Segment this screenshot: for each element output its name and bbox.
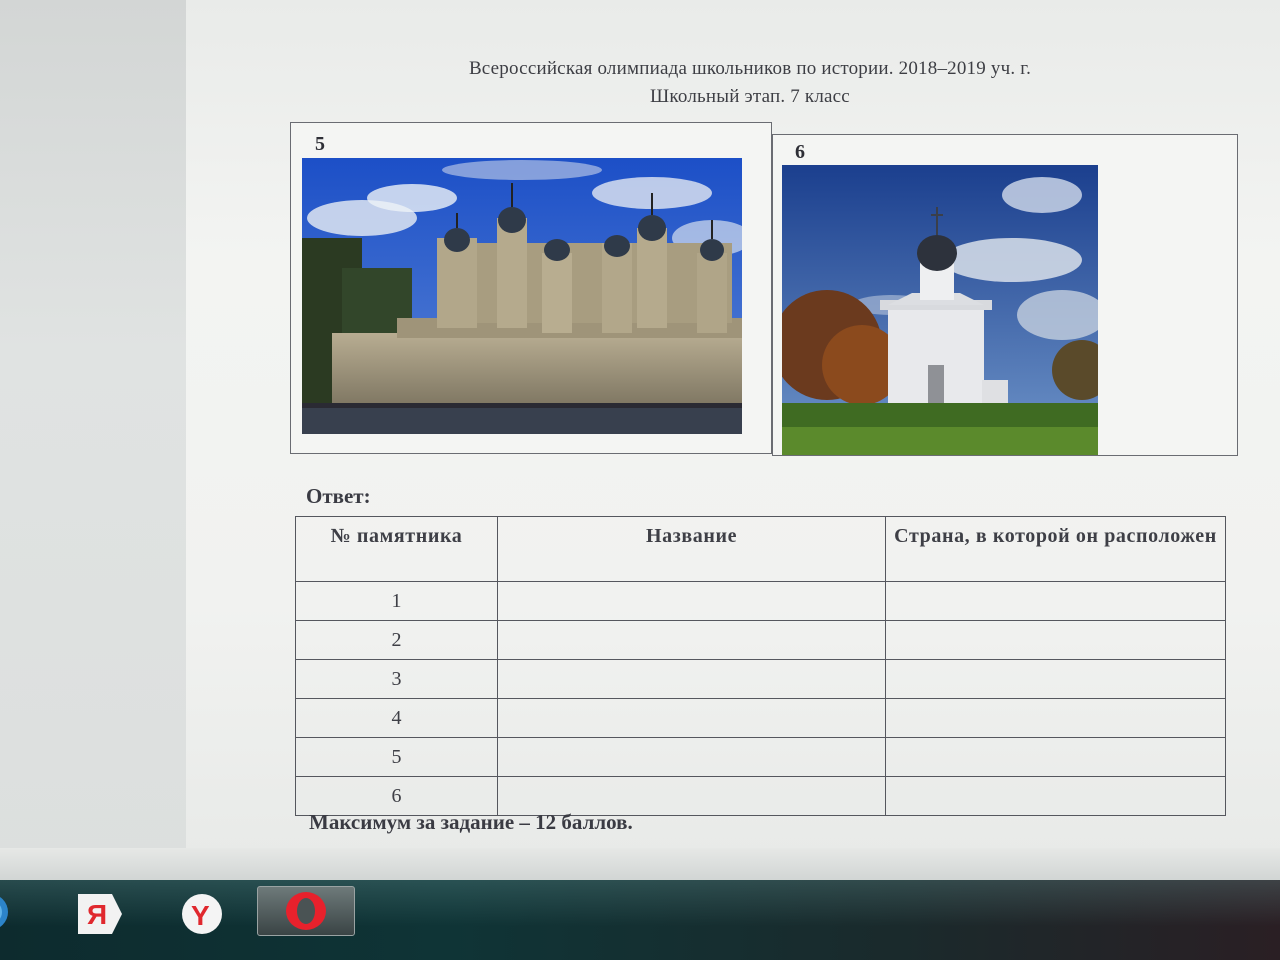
row-number-cell: 5 [295, 737, 498, 777]
name-cell [497, 737, 886, 777]
taskbar-yandex-browser-button[interactable]: Y [172, 884, 242, 938]
row-number-cell: 4 [295, 698, 498, 738]
photo-frame-6: 6 [772, 134, 1238, 456]
country-cell [885, 659, 1226, 699]
document-page-bottom [0, 848, 1280, 884]
row-number-cell: 1 [295, 581, 498, 621]
row-number-cell: 2 [295, 620, 498, 660]
country-cell [885, 581, 1226, 621]
svg-text:Я: Я [87, 899, 107, 930]
name-cell [497, 581, 886, 621]
column-header-country: Страна, в которой он расположен [885, 516, 1226, 582]
taskbar-yandex-button[interactable]: Я [72, 884, 142, 938]
svg-text:Y: Y [191, 900, 210, 931]
taskbar: Я Y [0, 880, 1280, 960]
table-row: 4 [295, 698, 1226, 738]
photo-frame-5: 5 [290, 122, 772, 454]
answer-label: Ответ: [306, 484, 371, 508]
row-number-cell: 3 [295, 659, 498, 699]
column-header-name: Название [497, 516, 886, 582]
opera-icon [286, 892, 326, 930]
max-score-note: Максимум за задание – 12 баллов. [309, 810, 633, 834]
taskbar-opera-button[interactable] [257, 886, 355, 936]
document-header-title: Всероссийская олимпиада школьников по ис… [468, 58, 1032, 79]
column-header-monument-number: № памятника [295, 516, 498, 582]
church-photo [782, 165, 1098, 455]
country-cell [885, 776, 1226, 816]
name-cell [497, 620, 886, 660]
castle-photo [302, 158, 742, 434]
start-orb-icon [0, 897, 8, 927]
name-cell [497, 698, 886, 738]
country-cell [885, 737, 1226, 777]
table-row: 5 [295, 737, 1226, 777]
country-cell [885, 620, 1226, 660]
table-row: 3 [295, 659, 1226, 699]
answer-table: № памятника Название Страна, в которой о… [295, 516, 1226, 816]
yandex-browser-icon: Y [182, 894, 222, 934]
table-row: 1 [295, 581, 1226, 621]
name-cell [497, 659, 886, 699]
photo-number-5: 5 [315, 133, 325, 155]
table-header-row: № памятника Название Страна, в которой о… [295, 516, 1226, 582]
photo-number-6: 6 [795, 141, 805, 163]
country-cell [885, 698, 1226, 738]
table-row: 2 [295, 620, 1226, 660]
document-header-subtitle: Школьный этап. 7 класс [650, 86, 850, 107]
yandex-icon: Я [78, 894, 122, 934]
left-margin [0, 0, 196, 880]
start-button[interactable] [0, 884, 10, 938]
